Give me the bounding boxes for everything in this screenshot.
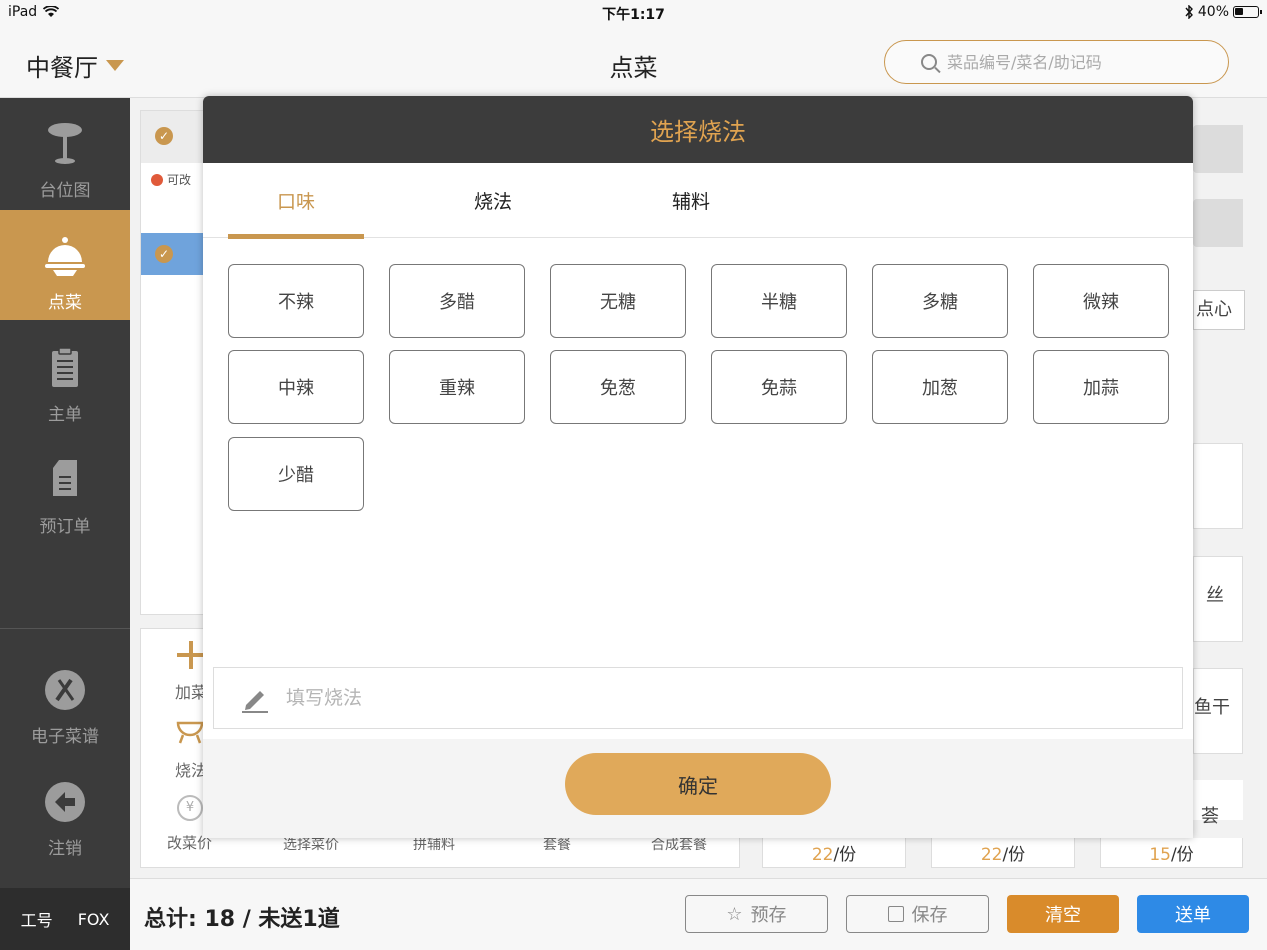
dialog-tabs: 口味 烧法 辅料 [203, 163, 1193, 239]
clipboard-icon [52, 347, 78, 387]
staff-info: 工号 FOX [0, 888, 130, 950]
sidebar-item-table-map[interactable]: 台位图 [0, 98, 130, 208]
option-button[interactable]: 少醋 [228, 437, 364, 511]
dialog-title: 选择烧法 [203, 96, 1193, 163]
cloche-icon [45, 237, 85, 276]
option-button[interactable]: 免葱 [550, 350, 686, 424]
check-icon: ✓ [155, 245, 173, 263]
sidebar-divider [0, 628, 130, 629]
venue-label: 中餐厅 [26, 54, 98, 82]
option-button[interactable]: 加蒜 [1033, 350, 1169, 424]
table-icon [48, 123, 82, 164]
option-button[interactable]: 无糖 [550, 264, 686, 338]
search-box[interactable] [884, 40, 1229, 84]
price-value: 22 [980, 845, 1003, 865]
order-hint: 可改 [151, 171, 191, 188]
sidebar: 台位图 点菜 主单 预订单 电子菜谱 注销 工号 FOX [0, 98, 130, 950]
order-hint-text: 可改 [167, 173, 192, 187]
dish-price: 15/份 [1100, 838, 1243, 868]
dish-price: 22/份 [931, 838, 1075, 868]
dish-card-name: 荟 [1193, 780, 1243, 827]
option-button[interactable]: 微辣 [1033, 264, 1169, 338]
note-field[interactable] [213, 667, 1183, 729]
cutlery-icon [45, 670, 85, 710]
plus-icon [177, 641, 205, 669]
price-unit: /份 [1170, 845, 1194, 865]
yen-icon: ¥ [177, 795, 203, 821]
sidebar-item-label: 台位图 [39, 181, 91, 201]
prestore-button[interactable]: ☆ 预存 [685, 895, 828, 933]
save-icon [887, 906, 904, 922]
dialog-footer: 确定 [203, 739, 1193, 838]
category-chip[interactable]: 点心 [1193, 290, 1245, 330]
price-unit: /份 [1002, 845, 1026, 865]
sidebar-item-order[interactable]: 点菜 [0, 210, 130, 320]
check-icon: ✓ [155, 127, 173, 145]
dish-card[interactable]: 丝 [1193, 556, 1243, 642]
sidebar-item-label: 注销 [48, 839, 82, 859]
option-button[interactable]: 多糖 [872, 264, 1008, 338]
side-block [1193, 199, 1243, 247]
venue-selector[interactable]: 中餐厅 [26, 48, 124, 83]
sidebar-item-label: 主单 [48, 405, 82, 425]
sidebar-item-logout[interactable]: 注销 [0, 756, 130, 866]
option-button[interactable]: 半糖 [711, 264, 847, 338]
grill-icon [176, 721, 204, 744]
battery-percent: 40% [1197, 4, 1229, 20]
bluetooth-icon [1185, 5, 1193, 19]
clear-button[interactable]: 清空 [1007, 895, 1119, 933]
sidebar-item-label: 电子菜谱 [31, 727, 99, 747]
dish-card[interactable] [1193, 443, 1243, 529]
caret-down-icon [106, 60, 124, 71]
note-input[interactable] [286, 687, 886, 709]
tab-ingredients[interactable]: 辅料 [623, 163, 759, 238]
option-button[interactable]: 不辣 [228, 264, 364, 338]
save-label: 保存 [911, 905, 948, 926]
header: 中餐厅 点菜 [0, 26, 1267, 98]
dish-card[interactable]: 鱼干 [1193, 668, 1243, 754]
option-button[interactable]: 多醋 [389, 264, 525, 338]
sidebar-item-label: 点菜 [48, 293, 82, 313]
star-icon: ☆ [726, 903, 743, 925]
sidebar-item-label: 预订单 [39, 517, 91, 537]
order-total: 总计: 18 / 未送1道 [144, 907, 340, 932]
cooking-method-dialog: 选择烧法 口味 烧法 辅料 不辣 多醋 无糖 半糖 多糖 微辣中辣 重辣 免葱 免蒜 加葱 加蒜少醋… [203, 96, 1193, 838]
confirm-button[interactable]: 确定 [565, 753, 831, 815]
tag-icon [151, 173, 163, 186]
side-block [1193, 125, 1243, 173]
save-button[interactable]: 保存 [846, 895, 989, 933]
search-icon [921, 54, 937, 70]
option-button[interactable]: 加葱 [872, 350, 1008, 424]
status-time: 下午1:17 [602, 7, 665, 23]
price-value: 22 [811, 845, 834, 865]
price-value: 15 [1149, 845, 1171, 865]
sidebar-item-e-menu[interactable]: 电子菜谱 [0, 644, 130, 754]
tab-cooking[interactable]: 烧法 [425, 163, 561, 238]
option-button[interactable]: 重辣 [389, 350, 525, 424]
staff-label: 工号 [20, 911, 53, 930]
prestore-label: 预存 [750, 905, 787, 926]
bottom-bar: 总计: 18 / 未送1道 ☆ 预存 保存 清空 送单 [130, 878, 1267, 950]
send-button[interactable]: 送单 [1137, 895, 1249, 933]
search-input[interactable] [947, 52, 1197, 72]
option-button[interactable]: 免蒜 [711, 350, 847, 424]
option-button[interactable]: 中辣 [228, 350, 364, 424]
pencil-icon [242, 691, 268, 713]
logout-icon [45, 782, 85, 822]
sidebar-item-reservation[interactable]: 预订单 [0, 434, 130, 544]
dish-price: 22/份 [762, 838, 906, 868]
price-unit: /份 [833, 845, 857, 865]
staff-id: FOX [77, 909, 110, 929]
tab-flavor[interactable]: 口味 [228, 163, 364, 239]
document-icon [53, 460, 77, 496]
status-bar: iPad 下午1:17 40% [0, 0, 1267, 26]
battery-icon [1233, 6, 1262, 18]
sidebar-item-main-order[interactable]: 主单 [0, 322, 130, 432]
